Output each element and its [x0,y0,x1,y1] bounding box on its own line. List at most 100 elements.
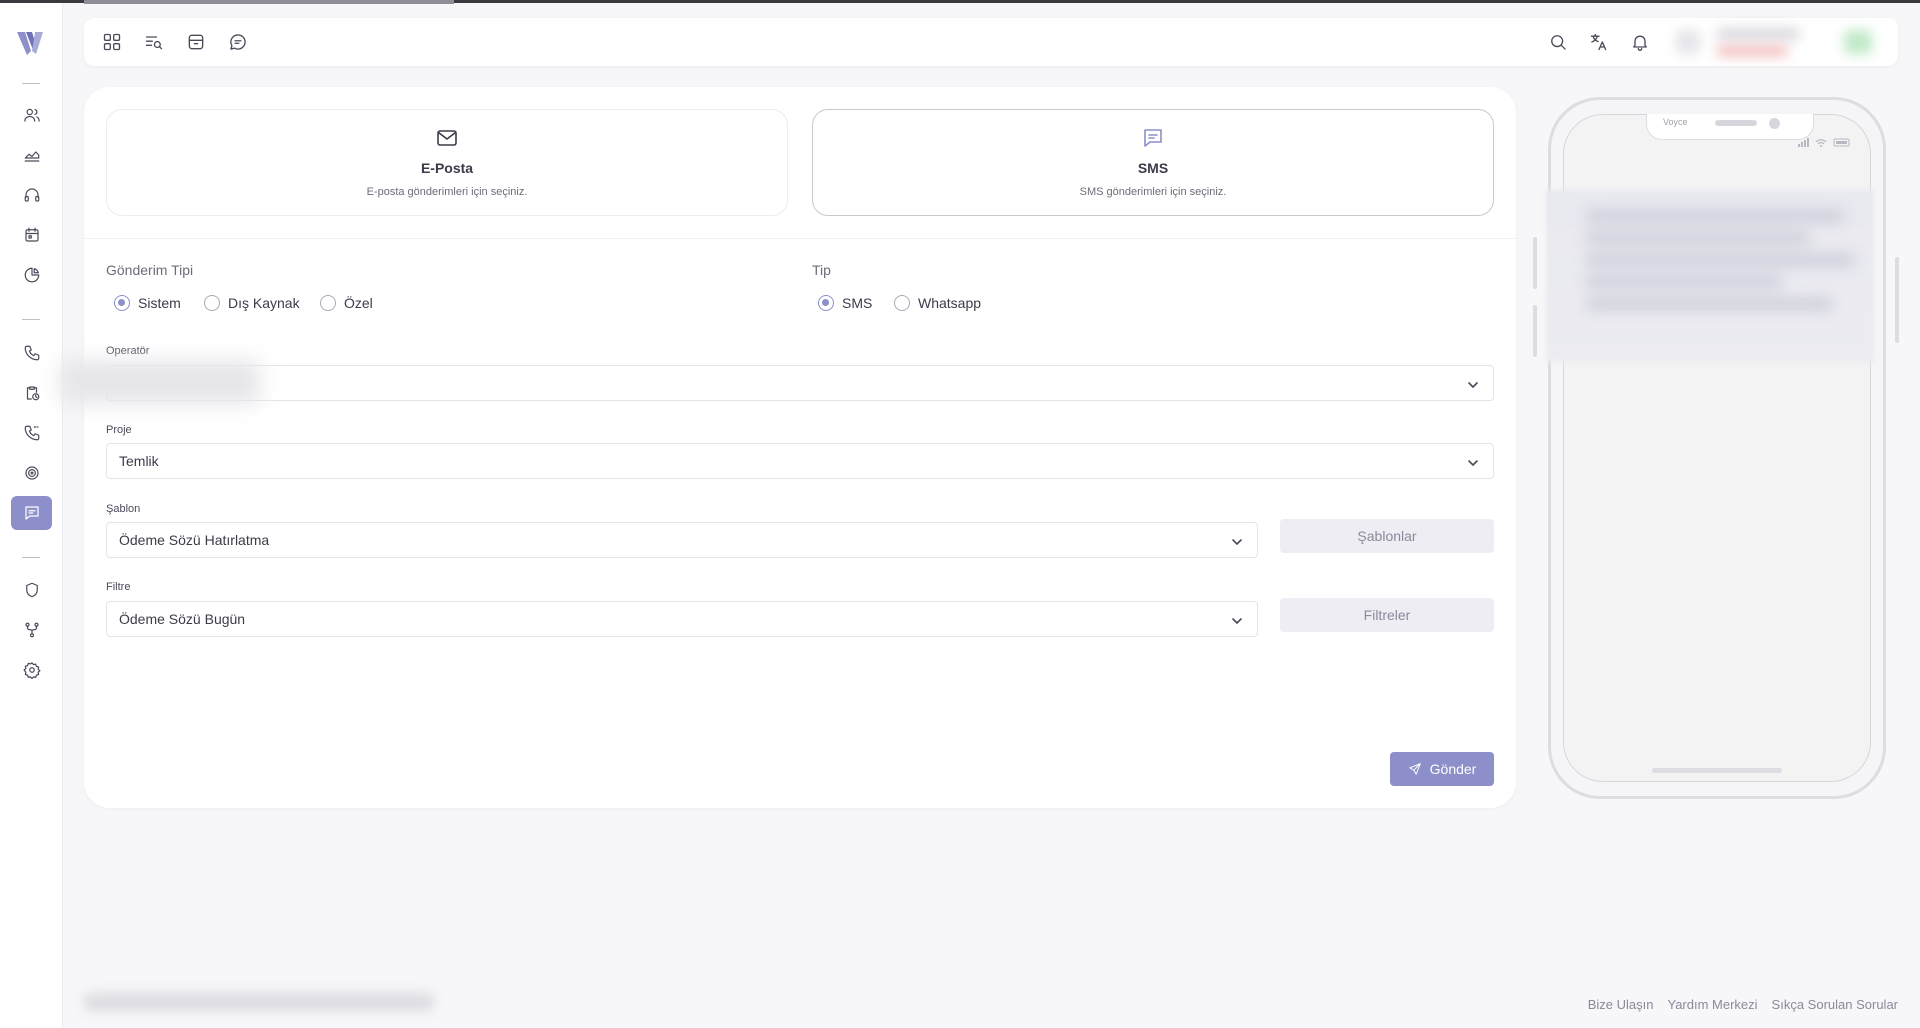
phone-status-icons [1798,138,1850,147]
channel-email-title: E-Posta [420,160,474,176]
phone-brand: Voyce [1663,117,1688,127]
templates-button[interactable]: Şablonlar [1280,519,1494,553]
template-label: Şablon [106,503,141,515]
sidebar-divider [22,83,40,84]
channel-sms-title: SMS [1137,160,1169,176]
phone-notch: Voyce [1646,114,1814,140]
sidebar-item-support[interactable] [11,178,52,212]
sidebar-item-call-log[interactable] [11,416,52,450]
message-form-card: E-Posta E-posta gönderimleri için seçini… [84,87,1516,808]
radio-send-type-external[interactable]: Dış Kaynak [204,295,300,311]
shield-icon [25,582,38,598]
template-select[interactable]: Ödeme Sözü Hatırlatma [106,522,1258,558]
chevron-down-icon [1467,378,1479,390]
filters-button[interactable]: Filtreler [1280,598,1494,632]
footer-link-contact[interactable]: Bize Ulaşın [1588,997,1654,1012]
radio-send-type-system[interactable]: Sistem [114,295,181,311]
headphones-icon [24,188,39,202]
project-label: Proje [106,424,132,436]
user-role [1716,46,1788,56]
type-label: Tip [812,262,831,278]
app-logo[interactable] [14,27,46,59]
sidebar-item-tasks[interactable] [11,376,52,410]
radio-label: Whatsapp [918,295,982,311]
redacted-operator-value [60,360,260,404]
send-icon [1408,763,1421,775]
gear-icon [23,662,40,679]
phone-volume-button [1533,305,1537,357]
calendar-icon [24,227,39,242]
radio-label: Dış Kaynak [228,295,300,311]
operator-select[interactable] [106,365,1494,401]
sidebar-item-users[interactable] [11,98,52,132]
chevron-down-icon [1231,614,1243,626]
sidebar-item-security[interactable] [11,573,52,607]
bell-icon[interactable] [1628,30,1652,54]
send-type-label: Gönderim Tipi [106,262,194,278]
sidebar-item-integrations[interactable] [11,613,52,647]
project-value: Temlik [119,453,159,469]
sidebar-item-dashboard[interactable] [11,138,52,172]
chat-icon[interactable] [226,30,250,54]
channel-sms-card[interactable]: SMS SMS gönderimleri için seçiniz. [812,109,1494,216]
phone-home-indicator [1652,768,1782,773]
sidebar-item-settings[interactable] [11,653,52,687]
phone-volume-button [1533,237,1537,289]
avatar[interactable] [1676,30,1700,54]
message-icon [24,506,39,520]
sidebar-item-reports[interactable] [11,258,52,292]
channel-sms-description: SMS gönderimleri için seçiniz. [1079,186,1227,198]
phone-power-button [1895,257,1899,343]
radio-button[interactable] [818,295,834,311]
archive-icon[interactable] [184,30,208,54]
area-chart-icon [24,151,39,162]
radio-send-type-custom[interactable]: Özel [320,295,373,311]
sidebar-divider [22,319,40,320]
filter-select[interactable]: Ödeme Sözü Bugün [106,601,1258,637]
users-icon [23,108,40,122]
phone-log-icon [24,425,39,441]
footer-link-faq[interactable]: Sıkça Sorulan Sorular [1772,997,1898,1012]
grid-icon[interactable] [100,30,124,54]
send-button-label: Gönder [1429,761,1477,777]
sidebar-item-calendar[interactable] [11,218,52,252]
radio-button[interactable] [114,295,130,311]
radio-label: SMS [842,295,873,311]
sidebar-item-calls[interactable] [11,336,52,370]
radio-label: Özel [344,295,373,311]
template-value: Ödeme Sözü Hatırlatma [119,532,270,548]
channel-email-card[interactable]: E-Posta E-posta gönderimleri için seçini… [106,109,788,216]
git-branch-icon [24,622,39,638]
send-button[interactable]: Gönder [1390,752,1494,786]
footer-link-help-center[interactable]: Yardım Merkezi [1667,997,1757,1012]
loading-progress [84,0,454,4]
phone-icon [24,345,39,361]
clipboard-clock-icon [26,386,39,401]
footer-copyright [84,994,434,1010]
phone-camera [1769,118,1780,129]
radio-type-sms[interactable]: SMS [818,295,872,311]
search-icon[interactable] [1546,30,1570,54]
pie-chart-icon [24,267,39,283]
sidebar [0,3,63,1028]
radio-button[interactable] [320,295,336,311]
mail-icon [435,126,459,150]
user-name [1716,28,1800,40]
translate-icon[interactable] [1587,30,1611,54]
filter-label: Filtre [106,581,131,593]
radio-type-whatsapp[interactable]: Whatsapp [894,295,981,311]
sidebar-divider [22,557,40,558]
sidebar-item-messages[interactable] [11,496,52,530]
message-preview-text [1586,210,1866,350]
message-icon [1141,126,1165,150]
radio-button[interactable] [204,295,220,311]
filter-value: Ödeme Sözü Bugün [119,611,246,627]
channel-email-description: E-posta gönderimleri için seçiniz. [366,186,528,198]
sidebar-item-targets[interactable] [11,456,52,490]
project-select[interactable]: Temlik [106,443,1494,479]
target-icon [24,466,39,480]
list-search-icon[interactable] [142,30,166,54]
chevron-down-icon [1467,456,1479,468]
footer-links: Bize Ulaşın Yardım Merkezi Sıkça Sorulan… [1588,997,1898,1012]
radio-button[interactable] [894,295,910,311]
